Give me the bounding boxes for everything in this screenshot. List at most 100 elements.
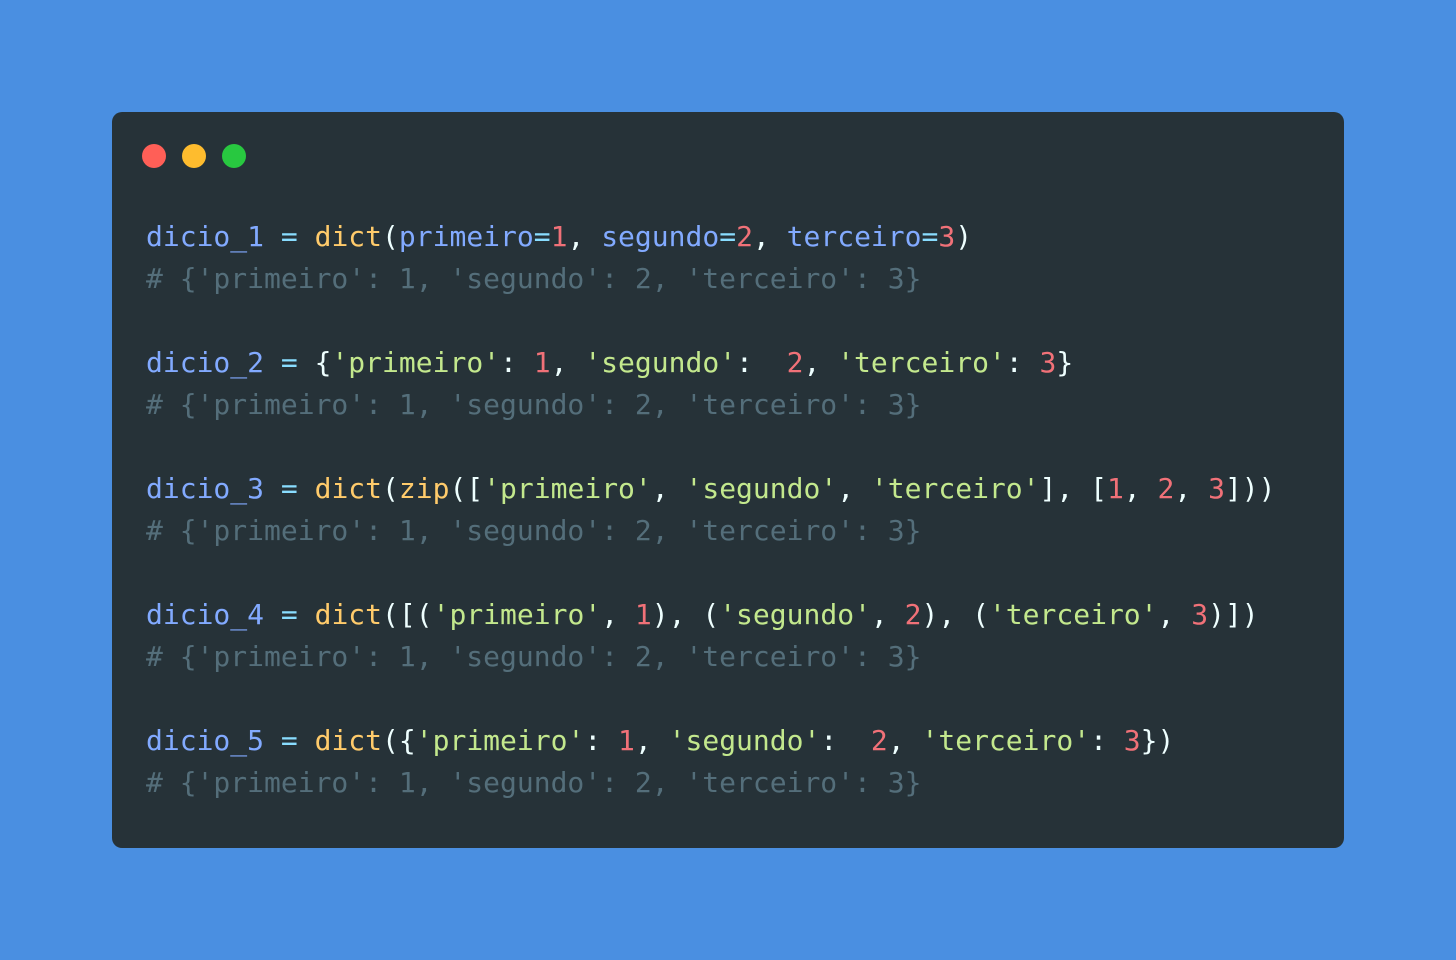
code-line: # {'primeiro': 1, 'segundo': 2, 'terceir… bbox=[146, 384, 1276, 426]
punctuation-token bbox=[298, 472, 315, 505]
punctuation-token: { bbox=[297, 346, 332, 379]
punctuation-token: , bbox=[550, 346, 585, 379]
function-token: dict bbox=[314, 220, 383, 253]
string-token: 'terceiro' bbox=[921, 724, 1091, 757]
number-token: 2 bbox=[736, 220, 753, 253]
punctuation-token: , bbox=[1157, 598, 1192, 631]
number-token: 3 bbox=[1039, 346, 1057, 379]
comment-token: # {'primeiro': 1, 'segundo': 2, 'terceir… bbox=[146, 766, 922, 799]
number-token: 3 bbox=[1208, 472, 1225, 505]
code-line: dicio_5 = dict({'primeiro': 1, 'segundo'… bbox=[146, 720, 1276, 762]
punctuation-token bbox=[298, 724, 315, 757]
number-token: 1 bbox=[618, 724, 635, 757]
number-token: 3 bbox=[938, 220, 956, 253]
punctuation-token: , bbox=[1123, 472, 1158, 505]
punctuation-token: ( bbox=[382, 220, 399, 253]
punctuation-token bbox=[264, 220, 281, 253]
punctuation-token: ([( bbox=[382, 598, 433, 631]
identifier-token: segundo bbox=[601, 220, 720, 253]
comment-token: # {'primeiro': 1, 'segundo': 2, 'terceir… bbox=[146, 262, 922, 295]
punctuation-token: , bbox=[651, 472, 686, 505]
code-window: dicio_1 = dict(primeiro=1, segundo=2, te… bbox=[112, 112, 1344, 848]
string-token: 'terceiro' bbox=[837, 346, 1006, 379]
maximize-button[interactable] bbox=[222, 144, 246, 168]
punctuation-token: , bbox=[837, 472, 871, 505]
operator-token: = bbox=[921, 220, 939, 253]
number-token: 3 bbox=[1123, 724, 1141, 757]
punctuation-token bbox=[264, 724, 281, 757]
punctuation-token: : bbox=[820, 724, 871, 757]
number-token: 1 bbox=[550, 220, 568, 253]
punctuation-token: ( bbox=[382, 472, 399, 505]
string-token: 'primeiro' bbox=[432, 598, 602, 631]
operator-token: = bbox=[280, 220, 298, 253]
punctuation-token: , bbox=[870, 598, 905, 631]
punctuation-token: )]) bbox=[1208, 598, 1259, 631]
comment-token: # {'primeiro': 1, 'segundo': 2, 'terceir… bbox=[146, 388, 922, 421]
function-token: zip bbox=[398, 472, 450, 505]
string-token: 'segundo' bbox=[719, 598, 871, 631]
punctuation-token: , bbox=[752, 220, 787, 253]
identifier-token: dicio_3 bbox=[146, 472, 265, 505]
code-line: dicio_3 = dict(zip(['primeiro', 'segundo… bbox=[146, 468, 1276, 510]
comment-token: # {'primeiro': 1, 'segundo': 2, 'terceir… bbox=[146, 640, 922, 673]
punctuation-token: : bbox=[1005, 346, 1040, 379]
identifier-token: dicio_4 bbox=[146, 598, 265, 631]
function-token: dict bbox=[314, 724, 383, 757]
punctuation-token: , bbox=[634, 724, 669, 757]
operator-token: = bbox=[280, 346, 298, 379]
punctuation-token: : bbox=[1090, 724, 1124, 757]
code-line: dicio_2 = {'primeiro': 1, 'segundo': 2, … bbox=[146, 342, 1276, 384]
operator-token: = bbox=[280, 724, 298, 757]
comment-token: # {'primeiro': 1, 'segundo': 2, 'terceir… bbox=[146, 514, 922, 547]
operator-token: = bbox=[280, 472, 298, 505]
string-token: 'primeiro' bbox=[415, 724, 585, 757]
number-token: 2 bbox=[904, 598, 922, 631]
string-token: 'terceiro' bbox=[870, 472, 1040, 505]
code-line: # {'primeiro': 1, 'segundo': 2, 'terceir… bbox=[146, 258, 1276, 300]
string-token: 'segundo' bbox=[668, 724, 821, 757]
code-line: # {'primeiro': 1, 'segundo': 2, 'terceir… bbox=[146, 510, 1276, 552]
identifier-token: dicio_2 bbox=[146, 346, 265, 379]
identifier-token: terceiro bbox=[786, 220, 922, 253]
function-token: dict bbox=[314, 472, 383, 505]
punctuation-token bbox=[264, 346, 281, 379]
code-line: dicio_4 = dict([('primeiro', 1), ('segun… bbox=[146, 594, 1276, 636]
punctuation-token bbox=[264, 472, 281, 505]
code-line: # {'primeiro': 1, 'segundo': 2, 'terceir… bbox=[146, 762, 1276, 804]
punctuation-token bbox=[298, 220, 315, 253]
number-token: 2 bbox=[786, 346, 804, 379]
string-token: 'segundo' bbox=[584, 346, 737, 379]
number-token: 3 bbox=[1191, 598, 1209, 631]
punctuation-token: } bbox=[1056, 346, 1074, 379]
operator-token: = bbox=[719, 220, 737, 253]
number-token: 1 bbox=[1106, 472, 1124, 505]
function-token: dict bbox=[314, 598, 383, 631]
number-token: 2 bbox=[870, 724, 888, 757]
punctuation-token: , bbox=[887, 724, 922, 757]
string-token: 'primeiro' bbox=[483, 472, 652, 505]
minimize-button[interactable] bbox=[182, 144, 206, 168]
punctuation-token: , bbox=[567, 220, 602, 253]
close-button[interactable] bbox=[142, 144, 166, 168]
identifier-token: primeiro bbox=[398, 220, 534, 253]
punctuation-token: ), ( bbox=[921, 598, 989, 631]
identifier-token: dicio_1 bbox=[146, 220, 265, 253]
punctuation-token: }) bbox=[1140, 724, 1175, 757]
punctuation-token: ), ( bbox=[651, 598, 720, 631]
number-token: 2 bbox=[1157, 472, 1175, 505]
number-token: 1 bbox=[533, 346, 551, 379]
punctuation-token: : bbox=[500, 346, 534, 379]
string-token: 'segundo' bbox=[685, 472, 838, 505]
punctuation-token bbox=[264, 598, 281, 631]
punctuation-token: : bbox=[736, 346, 787, 379]
number-token: 1 bbox=[634, 598, 652, 631]
punctuation-token: , bbox=[1174, 472, 1209, 505]
code-block: dicio_1 = dict(primeiro=1, segundo=2, te… bbox=[146, 216, 1276, 804]
punctuation-token: ], [ bbox=[1039, 472, 1107, 505]
operator-token: = bbox=[533, 220, 551, 253]
